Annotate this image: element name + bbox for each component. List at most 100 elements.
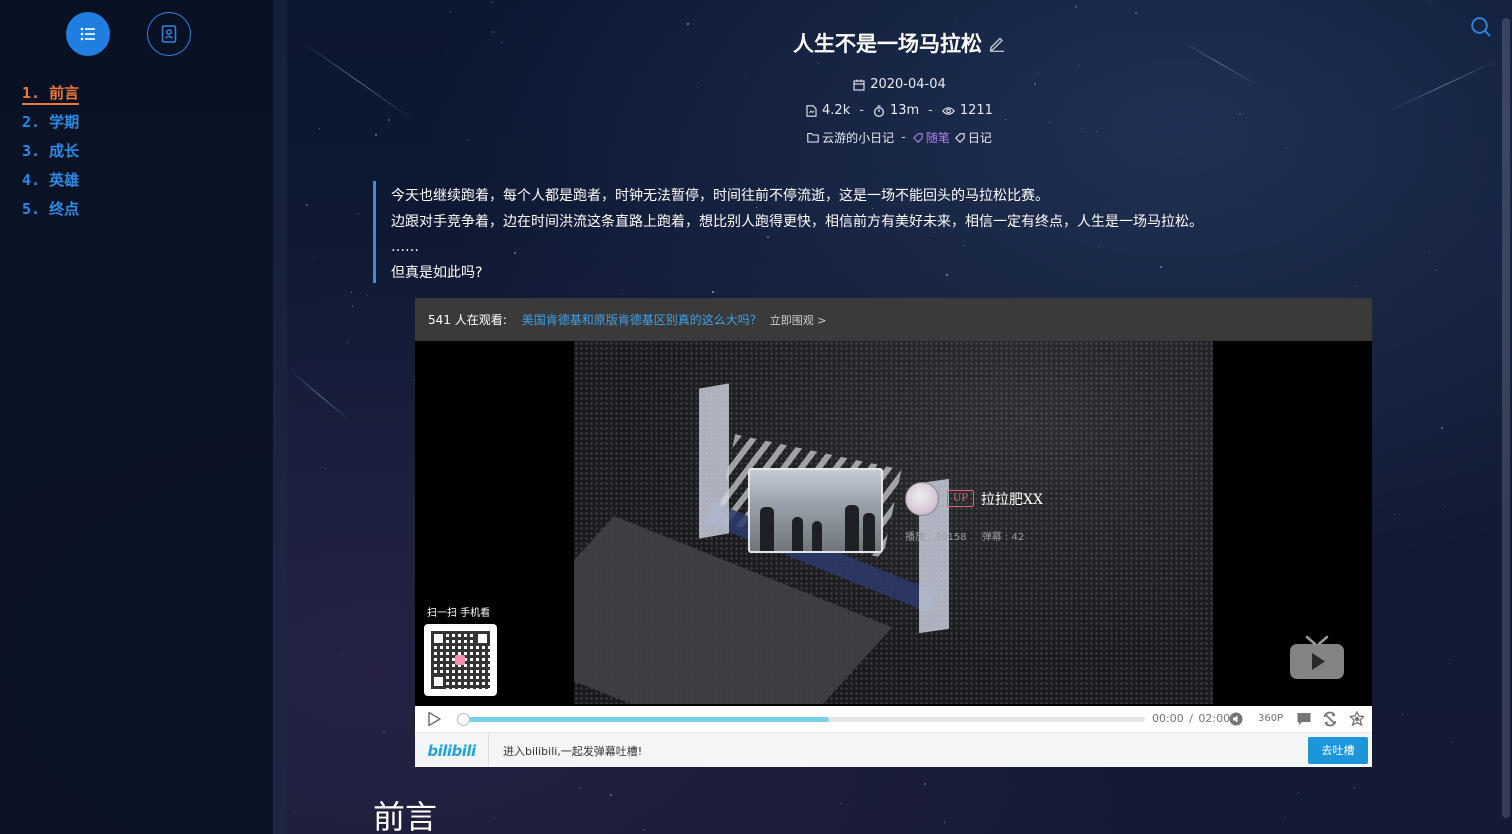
progress-knob[interactable] (457, 713, 470, 726)
star-dot (610, 793, 613, 796)
stopwatch-icon (873, 104, 884, 117)
edit-icon[interactable] (988, 34, 1006, 52)
section-heading: 前言 (373, 798, 438, 834)
scrollbar-thumb[interactable] (1502, 18, 1510, 818)
bilibili-logo-text: bilibili (427, 741, 476, 760)
post-header: 人生不是一场马拉松 (287, 28, 1512, 58)
bilibili-tv-play-icon[interactable] (1289, 635, 1345, 681)
post-title: 人生不是一场马拉松 (793, 28, 1006, 58)
list-icon (80, 27, 95, 41)
tag-link[interactable]: 随笔 (926, 129, 950, 146)
toc-item[interactable]: 1. 前言 (22, 82, 80, 111)
star-dot (1078, 63, 1080, 65)
star-dot (1441, 426, 1444, 429)
runner-figure (845, 505, 859, 551)
star-dot (1038, 71, 1040, 73)
time-separator: / (1189, 712, 1193, 725)
star-dot (621, 292, 623, 294)
danmaku-input[interactable]: 进入bilibili,一起发弹幕吐槽! (503, 743, 642, 759)
star-dot (1004, 118, 1006, 120)
post-stats-line: 4.2k - 13m - 1211 (287, 103, 1512, 118)
word-count: 4.2k (822, 103, 851, 118)
star-dot (1436, 269, 1438, 271)
toc-item[interactable]: 2. 学期 (22, 111, 79, 140)
volume-icon[interactable] (1228, 711, 1244, 727)
tag-link[interactable]: 日记 (968, 129, 992, 146)
star-dot (347, 342, 349, 344)
live-viewer-count: 541 人在观看: (428, 313, 507, 327)
send-danmaku-button[interactable]: 去吐槽 (1308, 737, 1368, 764)
toc-toggle-button[interactable] (66, 12, 110, 56)
star-dot (450, 10, 452, 12)
search-button[interactable] (1470, 16, 1492, 38)
danmaku-count: 弹幕 : 42 (981, 532, 1025, 543)
runner-figure (760, 507, 774, 551)
player-controls: 00:00 / 02:00 360P (415, 706, 1372, 732)
star-dot (494, 818, 496, 820)
search-icon (1471, 17, 1491, 37)
star-dot (1394, 513, 1396, 515)
toc-item-label: 5. 终点 (22, 200, 80, 218)
live-viewers-bar: 541 人在观看: 美国肯德基和原版肯德基区别真的这么大吗？ 立即围观 > (415, 298, 1372, 341)
toc-item[interactable]: 5. 终点 (22, 198, 79, 227)
toc-item[interactable]: 4. 英雄 (22, 169, 79, 198)
toc-item[interactable]: 3. 成长 (22, 140, 79, 169)
current-time: 00:00 (1152, 712, 1184, 725)
document-icon (806, 104, 817, 117)
danmaku-toggle-icon[interactable] (1296, 711, 1312, 727)
category-link[interactable]: 云游的小日记 (822, 129, 894, 146)
quote-line: 今天也继续跑着，每个人都是跑者，时钟无法暂停，时间往前不停流逝，这是一场不能回头… (391, 188, 1049, 204)
up-badge: UP (947, 490, 974, 507)
watch-now-link[interactable]: 立即围观 > (770, 312, 827, 328)
sidebar-divider (273, 0, 287, 834)
star-dot (351, 291, 353, 293)
star-dot (1443, 505, 1445, 507)
sidebar: 1. 前言 2. 学期 3. 成长 4. 英雄 5. 终点 (0, 0, 273, 834)
star-dot (1075, 6, 1078, 9)
video-thumbnail[interactable] (748, 468, 883, 553)
qr-finder (431, 674, 446, 689)
uploader-avatar[interactable] (905, 482, 939, 516)
quality-selector[interactable]: 360P (1258, 713, 1283, 724)
star-dot (1402, 714, 1404, 716)
toc-item-label: 2. 学期 (22, 113, 80, 131)
star-dot (313, 257, 315, 259)
toc-item-label: 1. 前言 (22, 84, 80, 105)
qr-label: 扫一扫 手机看 (427, 608, 491, 619)
video-stats: 播放 : 30158 弹幕 : 42 (905, 528, 1024, 543)
folder-icon (807, 132, 819, 143)
qr-pattern (431, 631, 490, 689)
star-dot (388, 119, 391, 122)
quote-line: 但真是如此吗? (391, 264, 483, 281)
overview-toggle-button[interactable] (147, 12, 191, 56)
bilibili-logo[interactable]: bilibili (415, 733, 489, 767)
loop-icon[interactable] (1322, 711, 1338, 727)
play-icon[interactable] (426, 711, 442, 727)
star-dot (294, 812, 296, 814)
qr-logo (455, 655, 465, 665)
bilibili-video-player[interactable]: 541 人在观看: 美国肯德基和原版肯德基区别真的这么大吗？ 立即围观 > UP… (415, 298, 1372, 767)
star-dot (1355, 285, 1357, 287)
star-dot (1429, 251, 1431, 253)
page-scrollbar[interactable] (1500, 0, 1512, 834)
star-dot (382, 731, 385, 734)
quote-line: 边跟对手竞争着，边在时间洪流这条直路上跑着，想比别人跑得更快，相信前方有美好未来… (391, 213, 1203, 230)
star-dot (944, 821, 946, 823)
star-dot (366, 295, 368, 297)
intro-blockquote: 今天也继续跑着，每个人都是跑者，时钟无法暂停，时间往前不停流逝，这是一场不能回头… (373, 181, 1273, 283)
tag-icon (912, 132, 923, 143)
star-dot (955, 19, 957, 21)
recommended-video-link[interactable]: 美国肯德基和原版肯德基区别真的这么大吗？ (522, 311, 762, 328)
uploader-name[interactable]: 拉拉肥XX (981, 489, 1043, 509)
star-dot (325, 467, 327, 469)
star-dot (1049, 121, 1051, 123)
progress-bar[interactable] (457, 713, 1145, 726)
qr-code (424, 624, 497, 696)
star-dot (1429, 1, 1431, 3)
qr-finder (431, 631, 446, 646)
settings-icon[interactable] (1349, 711, 1365, 727)
runner-figure (792, 517, 803, 551)
meta-separator: - (901, 130, 906, 145)
star-dot (1298, 791, 1300, 793)
video-frame[interactable] (574, 341, 1213, 704)
